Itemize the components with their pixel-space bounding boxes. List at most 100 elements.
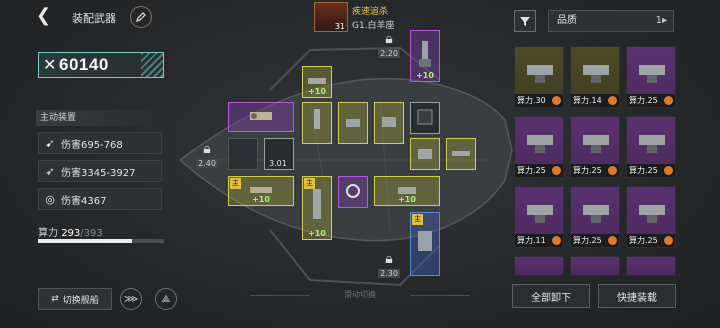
card-power: 算力.25 [573,236,602,245]
card-footer: 算力.14 [571,94,619,107]
ship-avatar[interactable]: 31 [314,2,348,32]
quick-equip-button[interactable]: 快捷装载 [598,284,676,308]
weapon-card[interactable]: 算力.30 [514,46,564,108]
fleet-icon[interactable]: ⟁ [155,288,177,310]
divider-right [410,295,470,296]
weapon-card-partial[interactable] [514,256,564,276]
weapon-card-partial[interactable] [570,256,620,276]
weapon-slot[interactable] [410,102,440,134]
rocket-icon: ➶ [45,164,55,178]
weapon-icon [583,65,609,83]
weapon-slot[interactable]: 主 +10 [302,176,332,240]
quality-dropdown[interactable]: 品质 1▸ [548,10,674,32]
swap-icon: ⇄ [51,294,59,304]
quality-label: 品质 [557,15,577,26]
lock-level: 2.40 [196,159,218,168]
weapon-slot[interactable] [374,102,404,144]
locked-slot[interactable]: 🔒︎ 2.40 [192,140,222,174]
armor-module-icon [417,109,433,124]
upgrade-badge: +10 [398,195,416,204]
upgrade-dot-icon [552,96,561,105]
slot-level: 3.01 [269,159,287,168]
missile-icon: ➹ [45,136,55,150]
weapon-slot[interactable]: +10 [410,30,440,82]
card-power: 算力.25 [629,166,658,175]
weapon-icon [639,65,665,83]
weapon-slot[interactable] [410,138,440,170]
weapon-slot[interactable] [302,102,332,144]
lock-icon: 🔒︎ [385,31,393,47]
capacity-bar [38,239,164,243]
upgrade-dot-icon [552,166,561,175]
locked-slot[interactable]: 🔒︎ 2.20 [374,30,404,64]
heavy-cannon-icon [313,188,321,219]
card-footer: 算力.11 [515,234,563,247]
upgrade-badge: +10 [416,71,434,80]
weapon-slot[interactable]: 主 +10 [228,176,294,206]
weapon-slot[interactable] [338,176,368,208]
weapon-slot[interactable]: 主 [410,212,440,276]
missile-launcher-icon [250,111,272,120]
upgrade-dot-icon [552,236,561,245]
capacity-title: 算力 [38,228,58,239]
card-footer: 算力.25 [627,94,675,107]
damage-row-rocket[interactable]: ➶ 伤害3345-3927 [38,160,162,182]
switch-ship-label: 切换舰船 [62,295,99,306]
lock-level: 2.20 [378,49,400,58]
weapon-slot[interactable]: +10 [302,66,332,98]
weapon-card[interactable]: 算力.25 [514,116,564,178]
card-power: 算力.25 [517,166,546,175]
weapon-card[interactable]: 算力.25 [570,116,620,178]
card-power: 算力.14 [573,96,602,105]
empty-slot[interactable] [228,138,258,170]
combat-power: ✕ 60140 [38,52,164,78]
weapon-icon [527,205,553,223]
unload-all-label: 全部卸下 [531,292,571,304]
weapon-icon [527,65,553,83]
active-devices-label: 主动装置 [36,110,164,126]
filter-button[interactable] [514,10,536,32]
weapon-card[interactable]: 算力.25 [626,116,676,178]
capacity-bar-fill [38,239,132,243]
capacity-label: 算力 293/393 [38,224,103,239]
turret-icon [382,117,396,127]
upgrade-badge: +10 [308,229,326,238]
lock-icon: 🔒︎ [203,141,211,157]
card-footer: 算力.25 [571,234,619,247]
upgrade-dot-icon [608,96,617,105]
card-footer: 算力.25 [627,164,675,177]
locked-slot[interactable]: 🔒︎ 2.30 [374,250,404,284]
edit-icon[interactable] [130,6,152,28]
sort-icon[interactable]: 1▸ [656,11,667,31]
weapon-card[interactable]: 算力.25 [570,186,620,248]
weapon-slot[interactable]: 3.01 [264,138,294,170]
weapon-card[interactable]: 算力.11 [514,186,564,248]
unload-all-button[interactable]: 全部卸下 [512,284,590,308]
capacity-max: /393 [80,228,103,239]
weapon-slot[interactable] [446,138,476,170]
damage-row-laser[interactable]: ◎ 伤害4367 [38,188,162,210]
power-stripes [141,53,163,77]
weapon-card[interactable]: 算力.25 [626,186,676,248]
quick-equip-label: 快捷装载 [617,292,657,304]
weapon-icon [583,205,609,223]
weapon-card[interactable]: 算力.14 [570,46,620,108]
card-power: 算力.25 [573,166,602,175]
card-power: 算力.11 [517,236,546,245]
damage-row-missile[interactable]: ➹ 伤害695-768 [38,132,162,154]
filter-icon [520,17,530,26]
weapon-slot[interactable] [228,102,294,132]
back-button[interactable]: ❮ [36,7,54,26]
weapon-card-partial[interactable] [626,256,676,276]
damage-text: 伤害4367 [61,195,107,207]
upgrade-dot-icon [608,236,617,245]
formation-icon[interactable]: ⋙ [120,288,142,310]
weapon-slot[interactable] [338,102,368,144]
weapon-slot[interactable]: +10 [374,176,440,206]
card-power: 算力.25 [629,96,658,105]
weapon-card[interactable]: 算力.25 [626,46,676,108]
upgrade-dot-icon [664,166,673,175]
upgrade-dot-icon [608,166,617,175]
card-footer: 算力.30 [515,94,563,107]
switch-ship-button[interactable]: ⇄ 切换舰船 [38,288,112,310]
